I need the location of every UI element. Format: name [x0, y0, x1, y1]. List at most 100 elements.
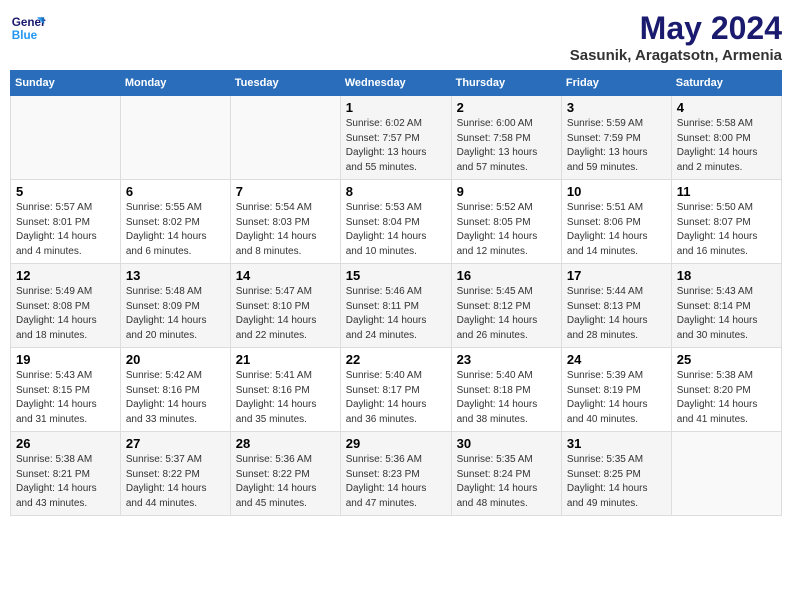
calendar-week-row: 5 Sunrise: 5:57 AMSunset: 8:01 PMDaylight… [11, 180, 782, 264]
calendar-table: Sunday Monday Tuesday Wednesday Thursday… [10, 70, 782, 516]
calendar-week-row: 1 Sunrise: 6:02 AMSunset: 7:57 PMDaylight… [11, 96, 782, 180]
header-tuesday: Tuesday [230, 71, 340, 96]
table-row: 24 Sunrise: 5:39 AMSunset: 8:19 PMDayligh… [561, 348, 671, 432]
table-row: 16 Sunrise: 5:45 AMSunset: 8:12 PMDayligh… [451, 264, 561, 348]
day-info: Sunrise: 5:59 AMSunset: 7:59 PMDaylight:… [567, 117, 666, 175]
table-row: 4 Sunrise: 5:58 AMSunset: 8:00 PMDaylight… [671, 96, 781, 180]
day-number: 29 [346, 436, 446, 451]
table-row: 18 Sunrise: 5:43 AMSunset: 8:14 PMDayligh… [671, 264, 781, 348]
title-area: May 2024 Sasunik, Aragatsotn, Armenia [570, 10, 782, 64]
svg-text:Blue: Blue [12, 29, 38, 42]
day-number: 22 [346, 352, 446, 367]
table-row [230, 96, 340, 180]
day-number: 26 [16, 436, 115, 451]
table-row: 19 Sunrise: 5:43 AMSunset: 8:15 PMDayligh… [11, 348, 121, 432]
day-number: 17 [567, 268, 666, 283]
table-row: 30 Sunrise: 5:35 AMSunset: 8:24 PMDayligh… [451, 432, 561, 516]
day-number: 5 [16, 184, 115, 199]
day-info: Sunrise: 5:52 AMSunset: 8:05 PMDaylight:… [457, 201, 556, 259]
table-row: 2Sunrise: 6:00 AMSunset: 7:58 PMDaylight… [451, 96, 561, 180]
day-number: 6 [126, 184, 225, 199]
table-row: 29 Sunrise: 5:36 AMSunset: 8:23 PMDayligh… [340, 432, 451, 516]
calendar-week-row: 26 Sunrise: 5:38 AMSunset: 8:21 PMDayligh… [11, 432, 782, 516]
day-info: Sunrise: 5:55 AMSunset: 8:02 PMDaylight:… [126, 201, 225, 259]
table-row: 31 Sunrise: 5:35 AMSunset: 8:25 PMDayligh… [561, 432, 671, 516]
day-number: 31 [567, 436, 666, 451]
table-row: 26 Sunrise: 5:38 AMSunset: 8:21 PMDayligh… [11, 432, 121, 516]
table-row: 28 Sunrise: 5:36 AMSunset: 8:22 PMDayligh… [230, 432, 340, 516]
day-info: Sunrise: 5:35 AMSunset: 8:25 PMDaylight:… [567, 453, 666, 511]
day-number: 28 [236, 436, 335, 451]
day-info: Sunrise: 5:50 AMSunset: 8:07 PMDaylight:… [677, 201, 776, 259]
table-row: 3 Sunrise: 5:59 AMSunset: 7:59 PMDaylight… [561, 96, 671, 180]
table-row: 15Sunrise: 5:46 AMSunset: 8:11 PMDayligh… [340, 264, 451, 348]
day-number: 10 [567, 184, 666, 199]
day-info: Sunrise: 5:54 AMSunset: 8:03 PMDaylight:… [236, 201, 335, 259]
calendar-header-row: Sunday Monday Tuesday Wednesday Thursday… [11, 71, 782, 96]
table-row: 9Sunrise: 5:52 AMSunset: 8:05 PMDaylight… [451, 180, 561, 264]
day-number: 1 [346, 100, 446, 115]
calendar-week-row: 19 Sunrise: 5:43 AMSunset: 8:15 PMDayligh… [11, 348, 782, 432]
table-row: 1 Sunrise: 6:02 AMSunset: 7:57 PMDaylight… [340, 96, 451, 180]
day-number: 16 [457, 268, 556, 283]
day-info: Sunrise: 5:40 AMSunset: 8:18 PMDaylight:… [457, 369, 556, 427]
day-info: Sunrise: 5:42 AMSunset: 8:16 PMDaylight:… [126, 369, 225, 427]
table-row: 12 Sunrise: 5:49 AMSunset: 8:08 PMDayligh… [11, 264, 121, 348]
day-number: 4 [677, 100, 776, 115]
day-number: 12 [16, 268, 115, 283]
table-row: 27 Sunrise: 5:37 AMSunset: 8:22 PMDayligh… [120, 432, 230, 516]
table-row: 21 Sunrise: 5:41 AMSunset: 8:16 PMDayligh… [230, 348, 340, 432]
day-number: 14 [236, 268, 335, 283]
calendar-week-row: 12 Sunrise: 5:49 AMSunset: 8:08 PMDayligh… [11, 264, 782, 348]
header-monday: Monday [120, 71, 230, 96]
day-info: Sunrise: 5:43 AMSunset: 8:14 PMDaylight:… [677, 285, 776, 343]
table-row: 6 Sunrise: 5:55 AMSunset: 8:02 PMDaylight… [120, 180, 230, 264]
day-info: Sunrise: 5:46 AMSunset: 8:11 PMDaylight:… [346, 285, 446, 343]
table-row [671, 432, 781, 516]
table-row: 22 Sunrise: 5:40 AMSunset: 8:17 PMDayligh… [340, 348, 451, 432]
calendar-title: May 2024 [570, 10, 782, 47]
header-friday: Friday [561, 71, 671, 96]
calendar-subtitle: Sasunik, Aragatsotn, Armenia [570, 47, 782, 64]
day-info: Sunrise: 5:43 AMSunset: 8:15 PMDaylight:… [16, 369, 115, 427]
page-header: General Blue May 2024 Sasunik, Aragatsot… [10, 10, 782, 64]
table-row [120, 96, 230, 180]
day-info: Sunrise: 5:35 AMSunset: 8:24 PMDaylight:… [457, 453, 556, 511]
day-number: 24 [567, 352, 666, 367]
table-row: 10 Sunrise: 5:51 AMSunset: 8:06 PMDayligh… [561, 180, 671, 264]
day-number: 20 [126, 352, 225, 367]
day-info: Sunrise: 5:38 AMSunset: 8:20 PMDaylight:… [677, 369, 776, 427]
table-row: 5 Sunrise: 5:57 AMSunset: 8:01 PMDaylight… [11, 180, 121, 264]
day-info: Sunrise: 5:45 AMSunset: 8:12 PMDaylight:… [457, 285, 556, 343]
day-number: 25 [677, 352, 776, 367]
table-row: 7 Sunrise: 5:54 AMSunset: 8:03 PMDaylight… [230, 180, 340, 264]
day-number: 7 [236, 184, 335, 199]
day-number: 2 [457, 100, 556, 115]
day-info: Sunrise: 6:02 AMSunset: 7:57 PMDaylight:… [346, 117, 446, 175]
day-info: Sunrise: 5:58 AMSunset: 8:00 PMDaylight:… [677, 117, 776, 175]
day-number: 3 [567, 100, 666, 115]
table-row: 14Sunrise: 5:47 AMSunset: 8:10 PMDayligh… [230, 264, 340, 348]
day-info: Sunrise: 5:36 AMSunset: 8:22 PMDaylight:… [236, 453, 335, 511]
table-row: 17Sunrise: 5:44 AMSunset: 8:13 PMDayligh… [561, 264, 671, 348]
day-info: Sunrise: 5:41 AMSunset: 8:16 PMDaylight:… [236, 369, 335, 427]
day-number: 18 [677, 268, 776, 283]
day-info: Sunrise: 5:51 AMSunset: 8:06 PMDaylight:… [567, 201, 666, 259]
day-info: Sunrise: 5:49 AMSunset: 8:08 PMDaylight:… [16, 285, 115, 343]
day-info: Sunrise: 5:36 AMSunset: 8:23 PMDaylight:… [346, 453, 446, 511]
day-number: 23 [457, 352, 556, 367]
day-number: 27 [126, 436, 225, 451]
day-number: 30 [457, 436, 556, 451]
day-number: 19 [16, 352, 115, 367]
day-info: Sunrise: 5:39 AMSunset: 8:19 PMDaylight:… [567, 369, 666, 427]
logo-icon: General Blue [10, 10, 46, 46]
day-info: Sunrise: 5:40 AMSunset: 8:17 PMDaylight:… [346, 369, 446, 427]
day-info: Sunrise: 5:37 AMSunset: 8:22 PMDaylight:… [126, 453, 225, 511]
day-info: Sunrise: 5:38 AMSunset: 8:21 PMDaylight:… [16, 453, 115, 511]
table-row: 11Sunrise: 5:50 AMSunset: 8:07 PMDayligh… [671, 180, 781, 264]
day-info: Sunrise: 5:57 AMSunset: 8:01 PMDaylight:… [16, 201, 115, 259]
header-thursday: Thursday [451, 71, 561, 96]
day-number: 13 [126, 268, 225, 283]
day-number: 21 [236, 352, 335, 367]
table-row: 25 Sunrise: 5:38 AMSunset: 8:20 PMDayligh… [671, 348, 781, 432]
